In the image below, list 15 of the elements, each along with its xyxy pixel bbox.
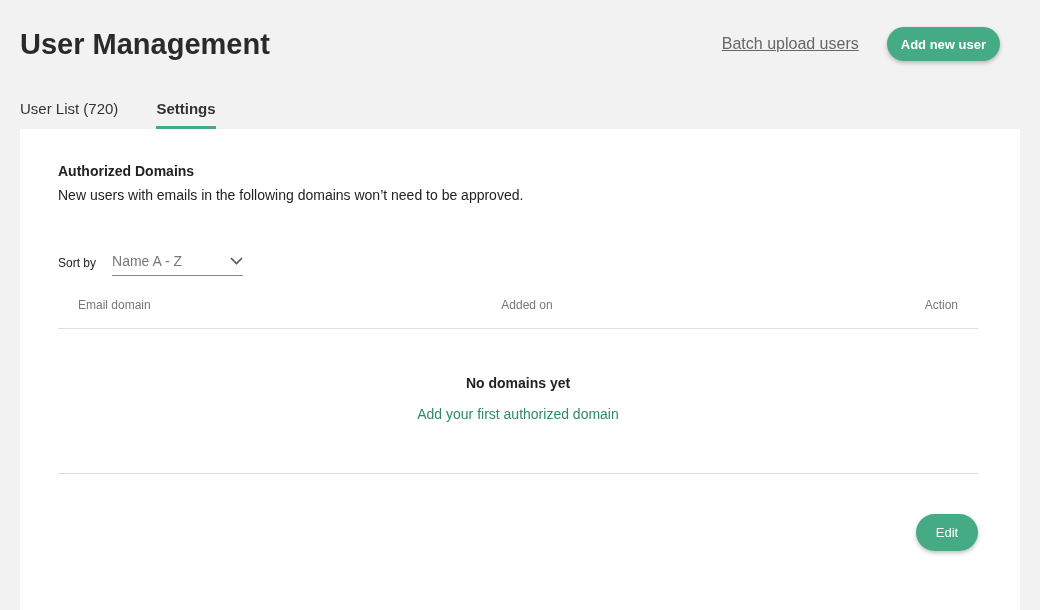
empty-state-title: No domains yet (465, 375, 571, 391)
batch-upload-link[interactable]: Batch upload users (721, 35, 859, 53)
section-description: New users with emails in the following domains won’t need to be approved. (58, 187, 525, 203)
add-user-button[interactable]: Add new user (886, 27, 1000, 61)
page-title: User Management (20, 27, 270, 61)
sort-dropdown[interactable]: Name A - Z (112, 249, 243, 276)
column-header: Action (924, 298, 958, 312)
column-header: Email domain (78, 298, 152, 312)
chevron-down-icon (230, 257, 243, 265)
sort-label: Sort by (58, 255, 96, 270)
column-header: Added on (501, 298, 554, 312)
tab[interactable]: User List (720) (20, 100, 119, 129)
edit-button[interactable]: Edit (916, 514, 978, 551)
section-title: Authorized Domains (58, 163, 196, 179)
add-domain-link[interactable]: Add your first authorized domain (417, 406, 619, 422)
